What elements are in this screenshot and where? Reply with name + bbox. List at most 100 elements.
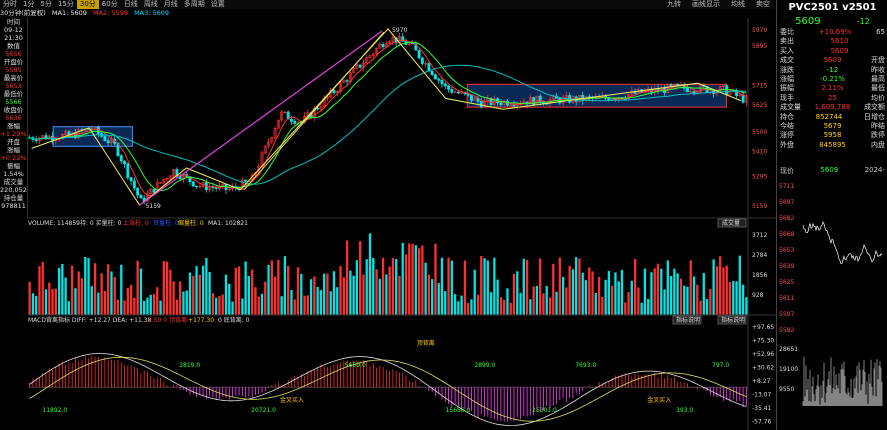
volume-bar <box>64 277 67 315</box>
volume-bar <box>516 271 519 315</box>
volume-bar <box>539 258 542 315</box>
tab-10[interactable]: 设置 <box>208 0 228 9</box>
volume-bar <box>218 296 221 315</box>
toolbar-right-1[interactable]: 画线显示 <box>689 0 723 9</box>
toolbar-right-2[interactable]: 均线 <box>728 0 748 9</box>
quote-cell: 开盘 <box>870 56 885 65</box>
toolbar-right-0[interactable]: 九转 <box>664 0 684 9</box>
volume-bar <box>182 291 185 315</box>
volume-bar <box>234 267 237 315</box>
volume-bar <box>434 243 437 315</box>
candle-body <box>129 177 133 182</box>
dif-line <box>29 353 747 426</box>
info-value: 5656 <box>5 50 22 58</box>
volume-bar <box>669 276 673 315</box>
volume-bar <box>123 300 126 315</box>
info-value: 978811 <box>1 202 26 210</box>
volume-bar <box>283 256 287 315</box>
candle-body <box>119 155 123 162</box>
candle-body <box>512 104 516 107</box>
tab-6[interactable]: 日线 <box>121 0 141 9</box>
volume-bar <box>336 287 339 315</box>
volume-bar <box>84 257 87 315</box>
tab-5[interactable]: 60分 <box>99 0 121 9</box>
volume-bar <box>28 281 31 315</box>
macd-tick: +30.62 <box>752 365 774 372</box>
volume-bar <box>699 300 702 315</box>
mini-price-tick: 5697 <box>779 199 794 206</box>
volume-bar <box>404 254 408 315</box>
candle-body <box>669 84 673 86</box>
volume-bar <box>309 279 313 315</box>
info-label: 时间 <box>7 18 20 26</box>
price-tick: 5970 <box>752 27 767 34</box>
candle-body <box>420 57 424 64</box>
toolbar-right-3[interactable]: 卖空 <box>753 0 773 9</box>
tab-1[interactable]: 1分 <box>20 0 37 9</box>
tab-3[interactable]: 15分 <box>55 0 77 9</box>
volume-bar <box>152 293 156 315</box>
volume-bar <box>251 269 254 315</box>
volume-bar <box>365 259 368 315</box>
tab-4[interactable]: 30分 <box>76 0 99 9</box>
candle-body <box>195 185 198 188</box>
tab-0[interactable]: 分时 <box>0 0 20 9</box>
volume-bar <box>499 297 503 315</box>
tab-7[interactable]: 周线 <box>141 0 161 9</box>
macd-annotation: 25301.0 <box>532 407 557 414</box>
signal-label: 金叉买入 <box>280 396 304 404</box>
quote-cell: 涨停 <box>780 131 794 140</box>
volume-bar <box>378 278 381 315</box>
volume-bar <box>627 292 630 315</box>
volume-bar <box>287 266 290 315</box>
volume-bar <box>293 299 296 315</box>
quote-cell: 均价 <box>870 93 885 102</box>
volume-bar <box>735 281 738 315</box>
volume-bar <box>594 292 597 315</box>
info-value: +0.22% <box>0 154 27 162</box>
volume-bar <box>195 266 198 315</box>
volume-pane: VOLUME: 114859 持: 0 买量柱: 0 上涨柱: 0 资量柱: 0 缩量柱… <box>28 217 776 315</box>
candle-body <box>126 163 130 178</box>
tab-9[interactable]: 多周期 <box>181 0 208 9</box>
volume-bar <box>522 258 525 315</box>
info-value: 1.54% <box>3 170 24 178</box>
volume-bar <box>332 271 336 315</box>
quote-row: 涨跌 -12 昨收 <box>777 66 887 75</box>
volume-bar <box>633 258 637 315</box>
quote-row: 买入 5609 <box>777 47 887 56</box>
macd-tag: 0 底背离: 0 <box>218 316 250 324</box>
volume-bar <box>702 272 705 315</box>
mini-price-tick: 5653 <box>779 247 794 254</box>
volume-bar <box>329 291 332 315</box>
volume-bar <box>395 258 398 315</box>
candle-body <box>244 179 248 182</box>
ma-line-10 <box>29 41 747 191</box>
volume-bar <box>192 275 195 315</box>
chart-canvas[interactable]: 5970 5159 5970 5895 5715 5625 5500 5410 5295 5159… <box>28 18 776 430</box>
volume-bar <box>421 245 424 315</box>
tab-2[interactable]: 5分 <box>37 0 54 9</box>
mini-intraday-chart[interactable]: 5711 5697 5682 5668 5653 5639 5625 5611 5597 5582… <box>777 176 887 412</box>
quote-cell: 昨收 <box>871 65 885 74</box>
volume-bar <box>424 262 427 315</box>
candle-body <box>106 140 110 144</box>
macd-annotation: 2819.0 <box>179 362 200 369</box>
macd-annotation: 11892.0 <box>42 407 67 414</box>
volume-button-label: 成交量 <box>722 219 740 227</box>
volume-bar <box>453 294 457 315</box>
macd-annotation: 2899.0 <box>474 362 495 369</box>
tab-8[interactable]: 月线 <box>161 0 181 9</box>
volume-bar <box>133 297 136 315</box>
volume-bar <box>159 300 162 315</box>
candle-body <box>499 102 503 106</box>
volume-bar <box>342 277 345 315</box>
info-label: 收盘价 <box>3 106 24 114</box>
info-value: 5653 <box>5 82 22 90</box>
mini-volume-tick: 28651 <box>779 346 798 353</box>
volume-bar <box>725 265 728 315</box>
candle-body <box>358 64 362 68</box>
volume-bar <box>237 266 241 315</box>
volume-bar <box>686 286 689 315</box>
quote-cell: 买入 <box>780 46 794 55</box>
